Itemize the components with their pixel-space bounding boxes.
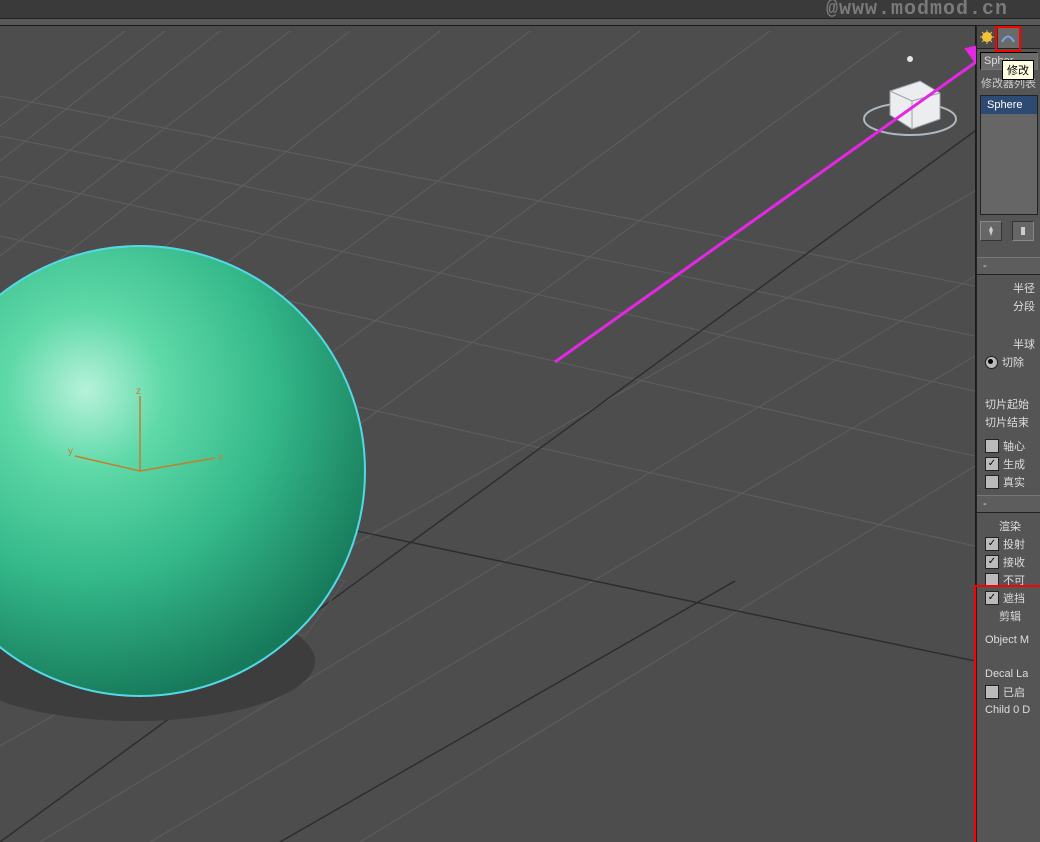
modifier-stack-toolbar — [977, 217, 1040, 247]
cast-shadows-checkbox[interactable] — [985, 537, 999, 551]
render-title: 渲染 — [999, 518, 1021, 534]
cast-shadows-label: 投射 — [1003, 536, 1025, 552]
rollout-render-body: 渲染 投射 接收 不可 遮挡 剪辑 Object M Decal La 已启 C… — [977, 513, 1040, 723]
real-world-checkbox[interactable] — [985, 475, 999, 489]
child-label: Child 0 D — [985, 704, 1030, 716]
slice-from-label: 切片起始 — [985, 396, 1029, 412]
occlusion-checkbox[interactable] — [985, 591, 999, 605]
gen-mapping-label: 生成 — [1003, 456, 1025, 472]
tab-create[interactable] — [977, 26, 998, 48]
chop-radio[interactable] — [985, 356, 998, 369]
modifier-stack[interactable]: Sphere — [980, 95, 1038, 215]
invisible-checkbox[interactable] — [985, 573, 999, 587]
chop-label: 切除 — [1002, 354, 1024, 370]
pivot-label: 轴心 — [1003, 438, 1025, 454]
rollout-render-header[interactable]: - — [977, 495, 1040, 513]
object-m-label: Object M — [985, 634, 1029, 646]
receive-shadows-label: 接收 — [1003, 554, 1025, 570]
viewcube — [864, 56, 956, 135]
app-root: @www.modmod.cn — [0, 0, 1040, 842]
decal-label: Decal La — [985, 668, 1028, 680]
tab-modify[interactable] — [998, 26, 1019, 48]
modifier-stack-item[interactable]: Sphere — [981, 96, 1037, 114]
enabled-label: 已启 — [1003, 684, 1025, 700]
command-panel: 修改器列表 Sphere - 半径 分段 半球 切除 切片起始 切片结束 轴心 — [976, 26, 1040, 842]
viewport-perspective[interactable]: z x y — [0, 26, 975, 842]
occlusion-label: 遮挡 — [1003, 590, 1025, 606]
svg-text:x: x — [218, 452, 223, 463]
rollout-parameters-body: 半径 分段 半球 切除 切片起始 切片结束 轴心 生成 真实 — [977, 275, 1040, 495]
gen-mapping-checkbox[interactable] — [985, 457, 999, 471]
slice-to-label: 切片结束 — [985, 414, 1029, 430]
svg-text:y: y — [68, 446, 73, 457]
command-panel-tabs — [977, 26, 1040, 49]
show-end-result-button[interactable] — [1012, 221, 1034, 241]
radius-label: 半径 — [1013, 280, 1035, 296]
viewport-canvas: z x y — [0, 26, 975, 842]
tab-modify-tooltip: 修改 — [1002, 60, 1034, 80]
pivot-checkbox[interactable] — [985, 439, 999, 453]
invisible-label: 不可 — [1003, 572, 1025, 588]
hemisphere-label: 半球 — [1013, 336, 1035, 352]
svg-text:z: z — [136, 386, 141, 397]
segments-label: 分段 — [1013, 298, 1035, 314]
rollout-parameters-header[interactable]: - — [977, 257, 1040, 275]
real-world-label: 真实 — [1003, 474, 1025, 490]
titlebar-stub — [0, 18, 1040, 26]
receive-shadows-checkbox[interactable] — [985, 555, 999, 569]
enabled-checkbox[interactable] — [985, 685, 999, 699]
tab-extra[interactable] — [1020, 26, 1040, 48]
pin-stack-button[interactable] — [980, 221, 1002, 241]
clip-label: 剪辑 — [999, 608, 1021, 624]
